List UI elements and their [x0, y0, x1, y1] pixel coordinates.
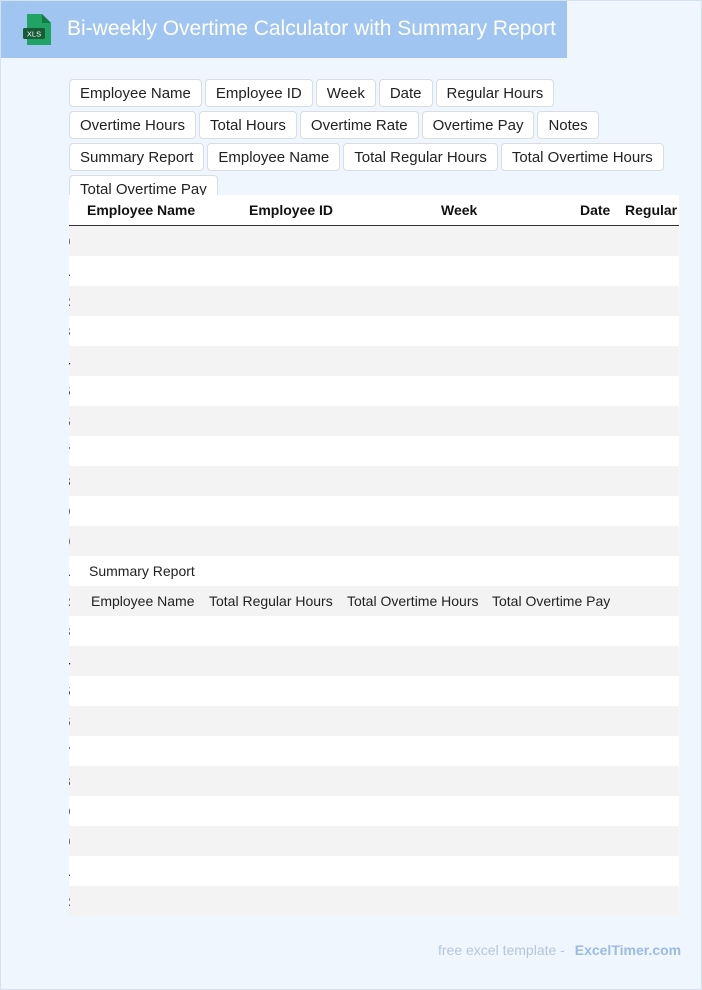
tag-regular-hours[interactable]: Regular Hours: [435, 79, 555, 107]
tag-summary-report[interactable]: Summary Report: [69, 143, 205, 171]
table-row: 6: [69, 406, 679, 436]
table-row: 6: [69, 706, 679, 736]
row-number: 4: [69, 354, 70, 369]
row-number: 6: [69, 414, 70, 429]
header-date: Date: [580, 202, 611, 218]
page-title: Bi-weekly Overtime Calculator with Summa…: [67, 17, 556, 40]
row-number: 1: [69, 864, 70, 879]
tag-total-regular-hours[interactable]: Total Regular Hours: [343, 143, 498, 171]
xls-file-icon: XLS: [23, 14, 51, 45]
table-row: 7: [69, 436, 679, 466]
row-number: 2: [69, 894, 70, 909]
page-frame: XLS Bi-weekly Overtime Calculator with S…: [0, 0, 702, 990]
tag-week[interactable]: Week: [315, 79, 376, 107]
column-tag-list: Employee Name Employee ID Week Date Regu…: [69, 79, 679, 203]
summary-header-employee-name: Employee Name: [91, 593, 195, 609]
table-row: 4: [69, 646, 679, 676]
header-employee-id: Employee ID: [249, 202, 334, 218]
header-regular: Regular: [625, 202, 678, 218]
table-row: 4: [69, 346, 679, 376]
row-number: 3: [69, 324, 70, 339]
table-row: 1: [69, 256, 679, 286]
row-number: 7: [69, 744, 70, 759]
tag-employee-id[interactable]: Employee ID: [204, 79, 313, 107]
table-row: 1: [69, 856, 679, 886]
spreadsheet-preview: Employee Name Employee ID Week Date Regu…: [69, 195, 679, 916]
tag-date[interactable]: Date: [378, 79, 433, 107]
table-row: 1 Summary Report: [69, 556, 679, 586]
row-number: 8: [69, 774, 70, 789]
table-row: 8: [69, 766, 679, 796]
table-row: 2: [69, 886, 679, 916]
table-header-row: Employee Name Employee ID Week Date Regu…: [69, 195, 679, 226]
row-number: 6: [69, 714, 70, 729]
row-number: 0: [69, 834, 70, 849]
summary-header-total-overtime-pay: Total Overtime Pay: [492, 593, 611, 609]
row-number: 5: [69, 384, 70, 399]
header-employee-name: Employee Name: [87, 202, 196, 218]
table-row: 5: [69, 376, 679, 406]
title-banner: XLS Bi-weekly Overtime Calculator with S…: [1, 1, 567, 58]
table-row: 0: [69, 826, 679, 856]
row-number: 5: [69, 684, 70, 699]
table-row: 2 Employee Name Total Regular Hours Tota…: [69, 586, 679, 616]
tag-employee-name[interactable]: Employee Name: [69, 79, 202, 107]
row-number: 1: [69, 564, 70, 579]
row-number: 9: [69, 504, 70, 519]
row-number: 0: [69, 234, 70, 249]
row-number: 7: [69, 444, 70, 459]
table-row: 0: [69, 526, 679, 556]
summary-header-total-overtime-hours: Total Overtime Hours: [347, 593, 479, 609]
row-number: 2: [69, 594, 70, 609]
tag-overtime-pay[interactable]: Overtime Pay: [421, 111, 535, 139]
table-row: 2: [69, 286, 679, 316]
row-number: 2: [69, 294, 70, 309]
table-row: 3: [69, 616, 679, 646]
table-row: 3: [69, 316, 679, 346]
table-row: 7: [69, 736, 679, 766]
row-number: 9: [69, 804, 70, 819]
table-row: 9: [69, 796, 679, 826]
svg-text:XLS: XLS: [27, 30, 41, 39]
table-row: 0: [69, 226, 679, 256]
row-number: 8: [69, 474, 70, 489]
summary-header-total-regular-hours: Total Regular Hours: [209, 593, 333, 609]
tag-total-hours[interactable]: Total Hours: [199, 111, 297, 139]
row-number: 3: [69, 624, 70, 639]
summary-report-title: Summary Report: [89, 563, 195, 579]
tag-total-overtime-hours[interactable]: Total Overtime Hours: [500, 143, 664, 171]
table-row: 9: [69, 496, 679, 526]
row-number: 1: [69, 264, 70, 279]
header-week: Week: [441, 202, 478, 218]
tag-summary-employee-name[interactable]: Employee Name: [207, 143, 341, 171]
footer-text: free excel template -: [438, 942, 565, 958]
table-row: 5: [69, 676, 679, 706]
row-number: 0: [69, 534, 70, 549]
table-row: 8: [69, 466, 679, 496]
footer-credit: free excel template - ExcelTimer.com: [438, 942, 681, 958]
row-number: 4: [69, 654, 70, 669]
footer-brand-link[interactable]: ExcelTimer.com: [575, 942, 681, 958]
tag-overtime-hours[interactable]: Overtime Hours: [69, 111, 197, 139]
tag-overtime-rate[interactable]: Overtime Rate: [299, 111, 419, 139]
tag-notes[interactable]: Notes: [537, 111, 599, 139]
